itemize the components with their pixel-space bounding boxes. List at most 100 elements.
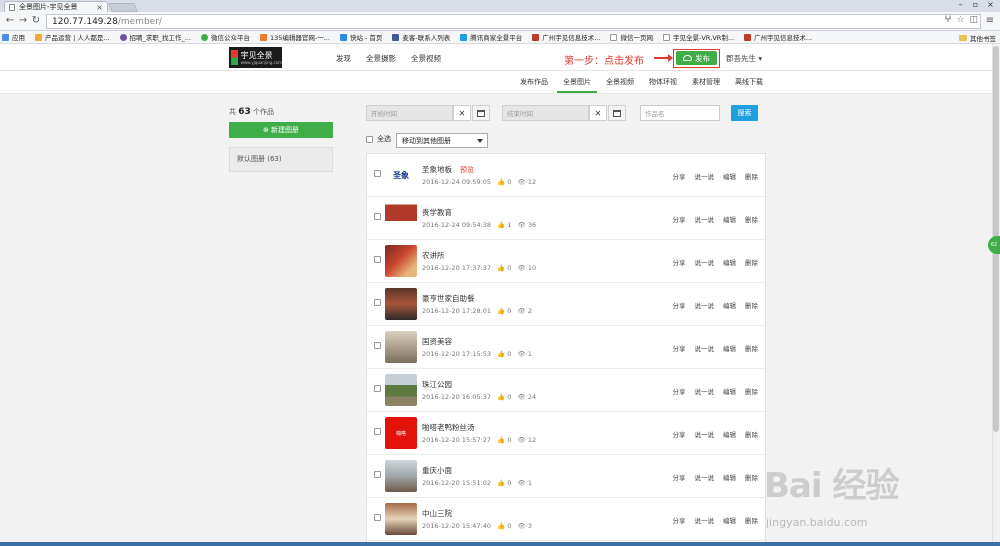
row-checkbox[interactable] [374,299,381,306]
work-title[interactable]: 圣象地板 [422,165,452,174]
extension-icon[interactable]: ◫ [969,15,978,25]
work-title[interactable]: 啪嗒老鸭粉丝汤 [422,423,475,432]
bookmark-item[interactable]: 广州宇见信息技术... [744,32,812,42]
comment-link[interactable]: 说一说 [695,214,715,224]
side-widget[interactable]: 62 [988,236,1000,254]
delete-link[interactable]: 删除 [745,515,758,525]
share-link[interactable]: 分享 [673,472,686,482]
work-title[interactable]: 珠江公园 [422,380,452,389]
tab-offline-download[interactable]: 离线下载 [735,77,763,87]
minimize-icon[interactable]: – [953,0,968,11]
preview-tag[interactable]: 预览 [460,166,474,174]
tab-panorama-video[interactable]: 全景视频 [606,77,634,87]
work-title[interactable]: 重庆小面 [422,466,452,475]
edit-link[interactable]: 编辑 [723,472,736,482]
tab-object-view[interactable]: 物体环视 [649,77,677,87]
nav-panorama-photo[interactable]: 全景摄影 [366,53,396,64]
delete-link[interactable]: 删除 [745,214,758,224]
work-thumbnail[interactable]: 啪嗒 [385,417,417,449]
calendar-icon[interactable] [472,105,490,121]
tab-panorama-images[interactable]: 全景图片 [557,77,597,93]
work-title[interactable]: 贵学教育 [422,208,452,217]
share-link[interactable]: 分享 [673,214,686,224]
forward-icon[interactable]: → [17,15,29,27]
work-thumbnail[interactable] [385,374,417,406]
close-window-icon[interactable]: × [983,0,998,11]
share-link[interactable]: 分享 [673,300,686,310]
comment-link[interactable]: 说一说 [695,429,715,439]
menu-icon[interactable]: ≡ [986,15,994,26]
move-album-select[interactable]: 移动到其他图册 [396,133,488,148]
comment-link[interactable]: 说一说 [695,300,715,310]
delete-link[interactable]: 删除 [745,472,758,482]
clear-end-icon[interactable]: ✕ [589,105,607,121]
edit-link[interactable]: 编辑 [723,343,736,353]
edit-link[interactable]: 编辑 [723,257,736,267]
user-menu[interactable]: 郡吾先生 ▾ [726,53,762,64]
work-thumbnail[interactable]: 圣象 [385,159,417,191]
row-checkbox[interactable] [374,342,381,349]
bookmark-item[interactable]: 广州宇见信息技术... [532,32,600,42]
bookmark-item[interactable]: 招聘_求职_找工作_... [119,32,191,42]
publish-button[interactable]: 发布 [676,51,717,65]
back-icon[interactable]: ← [4,15,16,27]
bookmark-item[interactable]: 产品运营 | 人人都是... [35,32,110,42]
share-link[interactable]: 分享 [673,429,686,439]
delete-link[interactable]: 删除 [745,300,758,310]
comment-link[interactable]: 说一说 [695,472,715,482]
calendar-icon[interactable] [608,105,626,121]
work-title[interactable]: 国资美容 [422,337,452,346]
bookmark-item[interactable]: 宇见全景-VR,VR制... [662,32,734,42]
site-logo[interactable]: 宇见全景 www.yjquanjing.com [229,47,282,68]
end-time-input[interactable]: 结束时间 [502,105,589,121]
work-thumbnail[interactable] [385,288,417,320]
comment-link[interactable]: 说一说 [695,386,715,396]
close-icon[interactable]: × [96,3,103,12]
delete-link[interactable]: 删除 [745,343,758,353]
new-album-button[interactable]: ⊕ 新建图册 [229,122,333,138]
work-thumbnail[interactable] [385,202,417,234]
delete-link[interactable]: 删除 [745,429,758,439]
reload-icon[interactable]: ↻ [30,15,42,27]
row-checkbox[interactable] [374,170,381,177]
work-name-input[interactable]: 作品名 [640,105,720,121]
start-time-input[interactable]: 开始时间 [366,105,453,121]
default-album[interactable]: 默认图册 (63) [229,147,333,172]
new-tab-button[interactable] [108,3,138,12]
bookmark-item[interactable]: 麦客-联系人列表 [392,32,450,42]
row-checkbox[interactable] [374,385,381,392]
comment-link[interactable]: 说一说 [695,343,715,353]
row-checkbox[interactable] [374,514,381,521]
edit-link[interactable]: 编辑 [723,386,736,396]
nav-discover[interactable]: 发现 [336,53,351,64]
bookmark-item[interactable]: 应用 [2,32,25,42]
share-link[interactable]: 分享 [673,343,686,353]
clear-start-icon[interactable]: ✕ [453,105,471,121]
search-button[interactable]: 搜索 [731,105,758,121]
edit-link[interactable]: 编辑 [723,214,736,224]
comment-link[interactable]: 说一说 [695,171,715,181]
bookmark-item[interactable]: 腾讯商家全景平台 [460,32,522,42]
other-bookmarks[interactable]: 其他书签 [959,33,996,43]
share-link[interactable]: 分享 [673,386,686,396]
work-thumbnail[interactable] [385,245,417,277]
row-checkbox[interactable] [374,428,381,435]
share-link[interactable]: 分享 [673,515,686,525]
edit-link[interactable]: 编辑 [723,429,736,439]
browser-tab[interactable]: 全景图片-宇见全景 × [4,1,108,12]
maximize-icon[interactable]: ▫ [968,0,983,11]
edit-link[interactable]: 编辑 [723,300,736,310]
comment-link[interactable]: 说一说 [695,515,715,525]
bookmark-item[interactable]: 微信一页网 [610,32,653,42]
delete-link[interactable]: 删除 [745,171,758,181]
row-checkbox[interactable] [374,213,381,220]
share-link[interactable]: 分享 [673,257,686,267]
work-thumbnail[interactable] [385,503,417,535]
row-checkbox[interactable] [374,471,381,478]
work-thumbnail[interactable] [385,331,417,363]
tab-assets[interactable]: 素材管理 [692,77,720,87]
share-link[interactable]: 分享 [673,171,686,181]
bookmark-item[interactable]: 快站 - 首页 [339,32,382,42]
delete-link[interactable]: 删除 [745,257,758,267]
bookmark-item[interactable]: 135编辑器官网-一... [259,32,330,42]
